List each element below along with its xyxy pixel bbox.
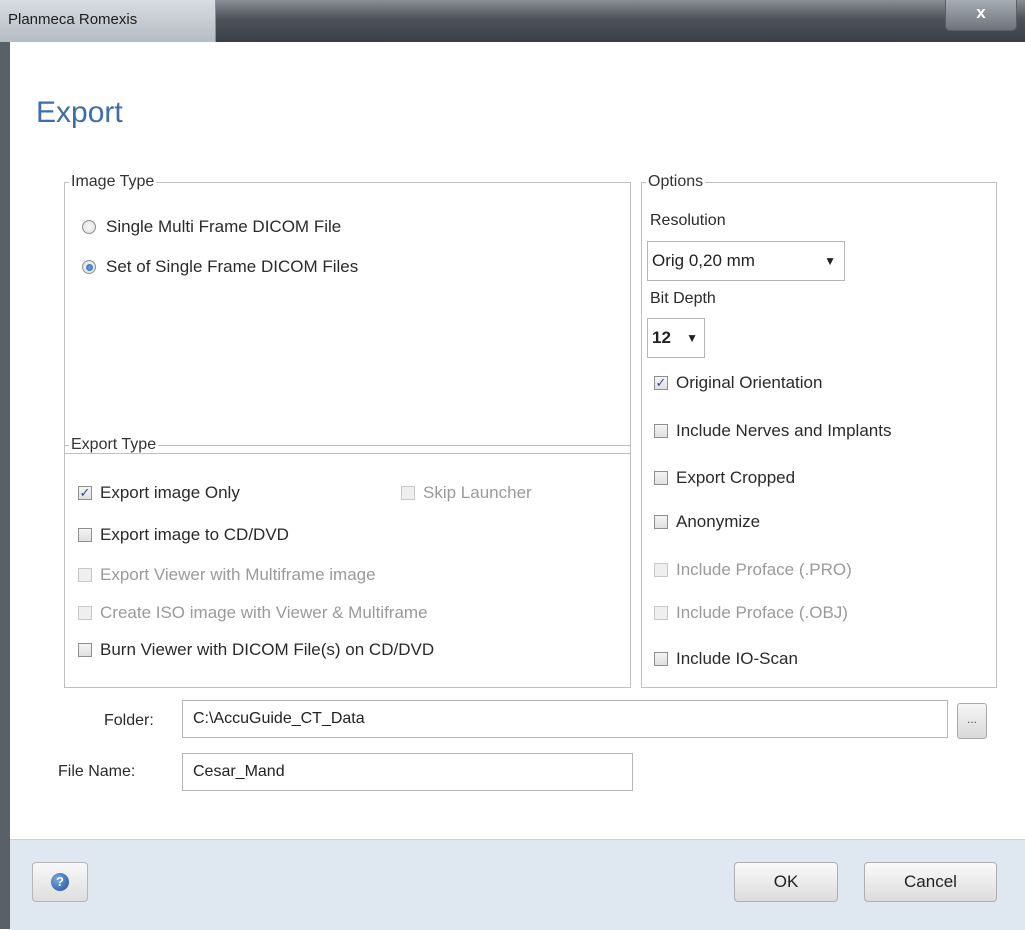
radio-circle[interactable] [82,220,96,234]
page-title: Export [36,96,123,129]
checkbox-box[interactable]: ✓ [654,376,668,390]
checkbox-label: Original Orientation [676,373,823,392]
checkbox-label: Include Proface (.OBJ) [676,603,848,622]
resolution-label: Resolution [650,212,726,229]
checkbox-label: Anonymize [676,512,761,531]
checkbox-include-nerves[interactable]: Include Nerves and Implants [654,421,891,441]
radio-single-multi-frame[interactable]: Single Multi Frame DICOM File [82,217,341,237]
checkbox-label: Burn Viewer with DICOM File(s) on CD/DVD [100,640,435,659]
image-type-legend: Image Type [71,173,155,190]
checkbox-box[interactable] [654,652,668,666]
window-frame-left [0,42,10,929]
checkbox-label: Include IO-Scan [676,649,798,668]
checkbox-box[interactable] [78,643,92,657]
radio-circle[interactable] [82,260,96,274]
radio-set-single-frame[interactable]: Set of Single Frame DICOM Files [82,257,358,277]
checkbox-box[interactable] [654,515,668,529]
checkbox-include-io-scan[interactable]: Include IO-Scan [654,649,798,669]
radio-label: Set of Single Frame DICOM Files [106,257,359,276]
browse-button[interactable]: ... [957,703,987,739]
help-icon: ? [51,873,69,891]
checkbox-export-cropped[interactable]: Export Cropped [654,468,795,488]
chevron-down-icon: ▼ [824,254,836,268]
cancel-label: Cancel [904,872,957,891]
checkbox-box[interactable]: ✓ [78,486,92,500]
bit-depth-dropdown[interactable]: 12 ▼ [647,318,705,358]
dialog-footer: ? OK Cancel [10,839,1025,930]
resolution-dropdown[interactable]: Orig 0,20 mm ▼ [647,241,845,281]
checkbox-box[interactable] [654,606,668,620]
checkbox-label: Export Cropped [676,468,796,487]
file-name-value: Cesar_Mand [193,763,285,780]
ok-label: OK [773,872,799,891]
checkbox-label: Create ISO image with Viewer & Multifram… [100,603,428,622]
checkbox-box[interactable] [401,486,415,500]
ellipsis-icon: ... [966,712,977,726]
checkbox-export-to-cd[interactable]: Export image to CD/DVD [78,525,289,545]
radio-selected-dot [85,263,93,271]
checkbox-box[interactable] [78,568,92,582]
checkbox-include-proface-pro[interactable]: Include Proface (.PRO) [654,560,852,580]
checkbox-box[interactable] [654,563,668,577]
checkbox-label: Skip Launcher [423,483,532,502]
checkbox-box[interactable] [78,528,92,542]
image-type-group: Image Type [64,173,631,454]
bit-depth-label: Bit Depth [650,290,716,307]
window-title: Planmeca Romexis [8,11,138,28]
folder-input[interactable]: C:\AccuGuide_CT_Data [182,700,948,738]
options-legend: Options [648,173,704,190]
folder-value: C:\AccuGuide_CT_Data [193,710,365,727]
close-icon: x [976,3,986,22]
checkbox-create-iso[interactable]: Create ISO image with Viewer & Multifram… [78,603,428,623]
cancel-button[interactable]: Cancel [864,862,997,902]
bit-depth-value: 12 [652,328,671,347]
checkbox-anonymize[interactable]: Anonymize [654,512,760,532]
export-type-legend: Export Type [71,436,157,453]
checkbox-label: Include Proface (.PRO) [676,560,852,579]
resolution-value: Orig 0,20 mm [652,251,755,270]
chevron-down-icon: ▼ [686,331,698,345]
file-name-label: File Name: [58,763,136,780]
checkbox-box[interactable] [654,424,668,438]
checkbox-label: Export image Only [100,483,240,502]
folder-label: Folder: [104,712,154,729]
checkbox-label: Export Viewer with Multiframe image [100,565,376,584]
radio-label: Single Multi Frame DICOM File [106,217,342,236]
close-button[interactable]: x [945,0,1017,31]
file-name-input[interactable]: Cesar_Mand [182,753,633,791]
checkbox-burn-viewer[interactable]: Burn Viewer with DICOM File(s) on CD/DVD [78,640,434,660]
checkbox-label: Include Nerves and Implants [676,421,892,440]
ok-button[interactable]: OK [734,862,838,902]
checkbox-box[interactable] [654,471,668,485]
checkbox-label: Export image to CD/DVD [100,525,289,544]
checkbox-original-orientation[interactable]: ✓ Original Orientation [654,373,822,393]
help-button[interactable]: ? [32,862,88,902]
title-bar: Planmeca Romexis x [0,0,1025,42]
checkbox-export-image-only[interactable]: ✓ Export image Only [78,483,240,503]
checkbox-export-viewer-multiframe[interactable]: Export Viewer with Multiframe image [78,565,376,585]
checkbox-include-proface-obj[interactable]: Include Proface (.OBJ) [654,603,848,623]
checkbox-box[interactable] [78,606,92,620]
checkbox-skip-launcher[interactable]: Skip Launcher [401,483,532,503]
